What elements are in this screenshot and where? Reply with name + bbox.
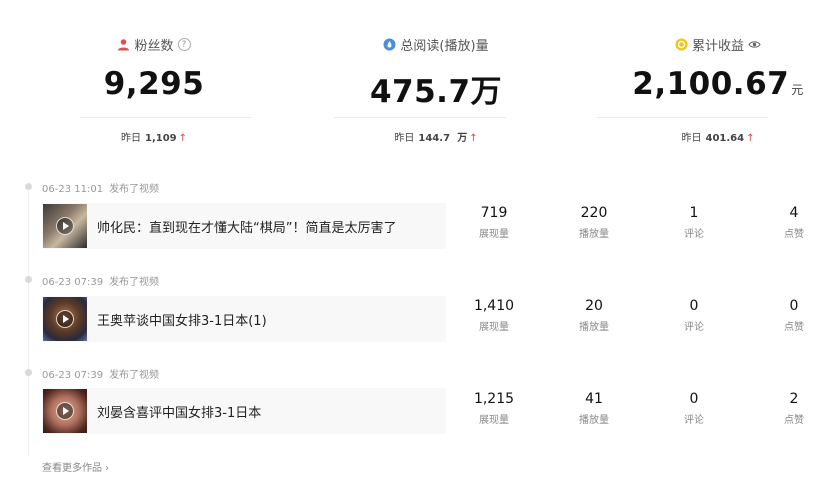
post-title[interactable]: 帅化民：直到现在才懂大陆“棋局”！简直是太厉害了 (97, 217, 396, 236)
post-card[interactable]: 帅化民：直到现在才懂大陆“棋局”！简直是太厉害了 (42, 203, 446, 249)
metric-comments: 0 评论 (684, 391, 704, 426)
post-header: 06-23 11:01 发布了视频 (42, 184, 160, 195)
post-card[interactable]: 王奥苹谈中国女排3-1日本(1) (42, 296, 446, 342)
stat-value: 2,100.67 元 (632, 66, 804, 102)
video-thumbnail[interactable] (43, 389, 87, 433)
stat-label: 粉丝数 (134, 39, 174, 54)
trend-up-icon: ↑ (746, 133, 755, 144)
stat-yesterday: 昨日 144.7 万 ↑ (394, 133, 478, 144)
timeline-dot (25, 276, 32, 283)
post-card[interactable]: 刘晏含喜评中国女排3-1日本 (42, 388, 446, 434)
video-thumbnail[interactable] (43, 204, 87, 248)
post-title[interactable]: 刘晏含喜评中国女排3-1日本 (97, 402, 261, 421)
metric-comments: 1 评论 (684, 205, 704, 240)
timeline-dot (25, 183, 32, 190)
metric-plays: 41 播放量 (579, 391, 609, 426)
divider (334, 117, 506, 118)
metric-likes: 4 点赞 (784, 205, 804, 240)
play-icon[interactable] (56, 402, 74, 420)
video-thumbnail[interactable] (43, 297, 87, 341)
help-icon[interactable]: ? (177, 38, 191, 51)
stat-yesterday: 昨日 401.64 ↑ (681, 133, 755, 144)
metric-plays: 220 播放量 (579, 205, 609, 240)
stat-yesterday: 昨日 1,109 ↑ (120, 133, 188, 144)
timeline-line (28, 186, 29, 456)
divider (596, 117, 768, 118)
stat-value: 475.7万 (369, 74, 503, 110)
metric-likes: 2 点赞 (784, 391, 804, 426)
metric-plays: 20 播放量 (579, 298, 609, 333)
post-title[interactable]: 王奥苹谈中国女排3-1日本(1) (97, 310, 267, 329)
droplet-icon (383, 38, 396, 51)
metric-impressions: 1,410 展现量 (473, 298, 515, 333)
stat-label: 总阅读(播放)量 (400, 39, 489, 54)
metric-comments: 0 评论 (684, 298, 704, 333)
user-icon (117, 38, 130, 51)
metric-likes: 0 点赞 (784, 298, 804, 333)
trend-up-icon: ↑ (469, 133, 478, 144)
divider (80, 117, 252, 118)
play-icon[interactable] (56, 217, 74, 235)
stat-value: 9,295 (103, 66, 205, 102)
play-icon[interactable] (56, 310, 74, 328)
stat-label: 累计收益 (691, 39, 744, 54)
post-header: 06-23 07:39 发布了视频 (42, 370, 160, 381)
view-more-link[interactable]: 查看更多作品 › (42, 459, 109, 474)
metric-impressions: 719 展现量 (479, 205, 509, 240)
timeline-dot (25, 369, 32, 376)
eye-icon[interactable] (748, 38, 761, 51)
post-header: 06-23 07:39 发布了视频 (42, 277, 160, 288)
coin-icon (675, 38, 688, 51)
metric-impressions: 1,215 展现量 (473, 391, 515, 426)
trend-up-icon: ↑ (178, 133, 188, 144)
chevron-right-icon: › (105, 463, 109, 474)
